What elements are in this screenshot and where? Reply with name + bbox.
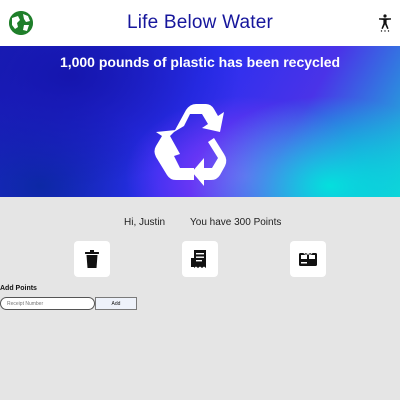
recycled-headline: 1,000 pounds of plastic has been recycle… xyxy=(59,54,341,70)
add-points-label: Add Points xyxy=(0,285,37,292)
page-title: Life Below Water xyxy=(126,12,274,33)
hero-banner: 1,000 pounds of plastic has been recycle… xyxy=(0,46,400,197)
receipt-button[interactable] xyxy=(182,241,218,277)
add-button[interactable]: Add xyxy=(95,297,137,310)
points-balance: You have 300 Points xyxy=(190,217,282,228)
trash-icon xyxy=(85,250,99,268)
receipt-number-input[interactable] xyxy=(0,297,95,310)
trash-button[interactable] xyxy=(74,241,110,277)
app-header: Life Below Water xyxy=(0,0,400,46)
recycle-icon xyxy=(154,104,227,186)
accessibility-icon[interactable] xyxy=(378,14,392,32)
gift-card-icon xyxy=(299,251,317,266)
user-greeting: Hi, Justin xyxy=(124,217,166,228)
gift-card-button[interactable] xyxy=(290,241,326,277)
receipt-icon xyxy=(191,250,206,268)
